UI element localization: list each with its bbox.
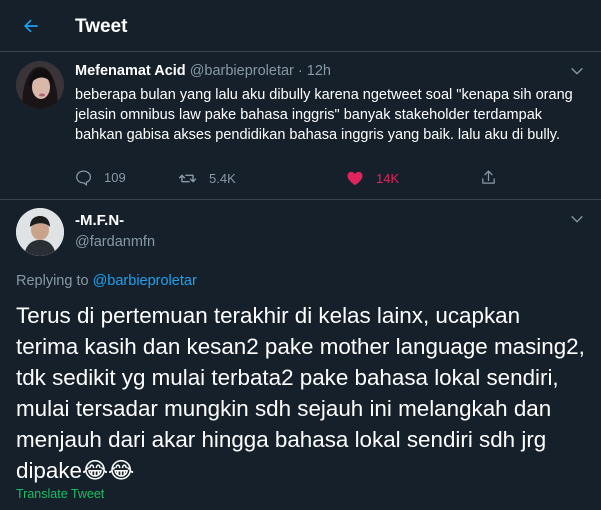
translate-tweet-link[interactable]: Translate Tweet (16, 487, 104, 501)
share-button[interactable] (480, 169, 509, 186)
chevron-down-icon[interactable] (569, 212, 585, 228)
author-name[interactable]: -M.F.N- (75, 212, 124, 229)
tweet-header: Mefenamat Acid @barbieproletar · 12h (75, 63, 331, 79)
heart-icon (347, 171, 363, 186)
replying-to: Replying to @barbieproletar (16, 273, 197, 289)
author-handle[interactable]: @fardanmfn (75, 234, 155, 250)
reply-button[interactable]: 109 (75, 169, 126, 186)
avatar-image (16, 208, 64, 256)
replying-prefix: Replying to (16, 273, 89, 289)
replying-handle-link[interactable]: @barbieproletar (93, 273, 197, 289)
tweet-text: beberapa bulan yang lalu aku dibully kar… (75, 87, 573, 143)
page-header: Tweet (0, 0, 601, 52)
reply-icon (76, 170, 92, 186)
chevron-down-icon[interactable] (569, 64, 585, 80)
like-button[interactable]: 14K (346, 169, 399, 187)
retweet-button[interactable]: 5.4K (178, 169, 236, 188)
retweet-count: 5.4K (209, 171, 236, 186)
reply-count: 109 (104, 170, 126, 185)
author-name[interactable]: Mefenamat Acid (75, 63, 186, 79)
back-button[interactable] (14, 9, 48, 43)
tweet-actions: 109 5.4K 14K (75, 169, 575, 191)
avatar[interactable] (16, 208, 64, 256)
retweet-icon (178, 174, 197, 183)
parent-tweet[interactable]: Mefenamat Acid @barbieproletar · 12h beb… (0, 52, 601, 200)
share-icon (482, 170, 495, 184)
page-title: Tweet (75, 16, 128, 37)
arrow-left-icon (24, 19, 38, 33)
tweet-text: Terus di pertemuan terakhir di kelas lai… (16, 303, 585, 483)
avatar[interactable] (16, 61, 64, 109)
avatar-image (16, 61, 64, 109)
like-count: 14K (376, 170, 400, 186)
tweet-time[interactable]: 12h (307, 63, 331, 79)
author-handle[interactable]: @barbieproletar (190, 63, 294, 79)
separator-dot: · (297, 63, 303, 79)
